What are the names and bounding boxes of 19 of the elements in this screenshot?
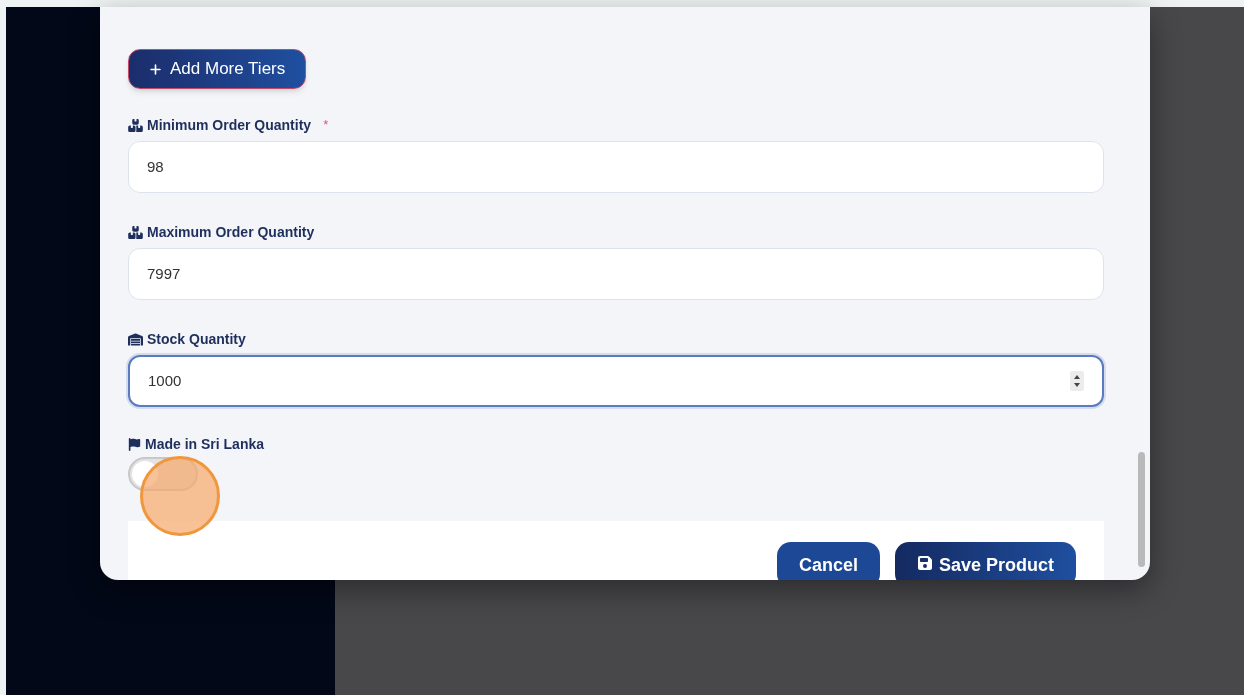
input-field[interactable]: 1000	[128, 355, 1104, 407]
spinner-icon[interactable]	[1070, 371, 1084, 391]
toggle-label: Made in Sri Lanka	[145, 434, 265, 454]
save-button[interactable]: Save Product	[894, 542, 1076, 580]
required-asterisk: *	[323, 116, 329, 135]
add-tiers-button[interactable]: Add More Tiers	[128, 49, 307, 89]
field-label: Minimum Order Quantity	[147, 115, 312, 135]
input-field[interactable]: 7997	[128, 248, 1104, 300]
input-field[interactable]: 98	[128, 141, 1104, 193]
scrollbar-thumb[interactable]	[1138, 452, 1145, 567]
save-icon	[916, 555, 933, 571]
boxes-icon	[128, 118, 143, 132]
field-label: Stock Quantity	[147, 329, 246, 349]
flag-icon	[128, 437, 141, 451]
boxes-icon	[128, 225, 143, 239]
warehouse-icon	[128, 332, 143, 346]
field-label: Maximum Order Quantity	[147, 222, 315, 242]
plus-icon	[149, 62, 162, 76]
cancel-button[interactable]: Cancel	[776, 542, 880, 580]
